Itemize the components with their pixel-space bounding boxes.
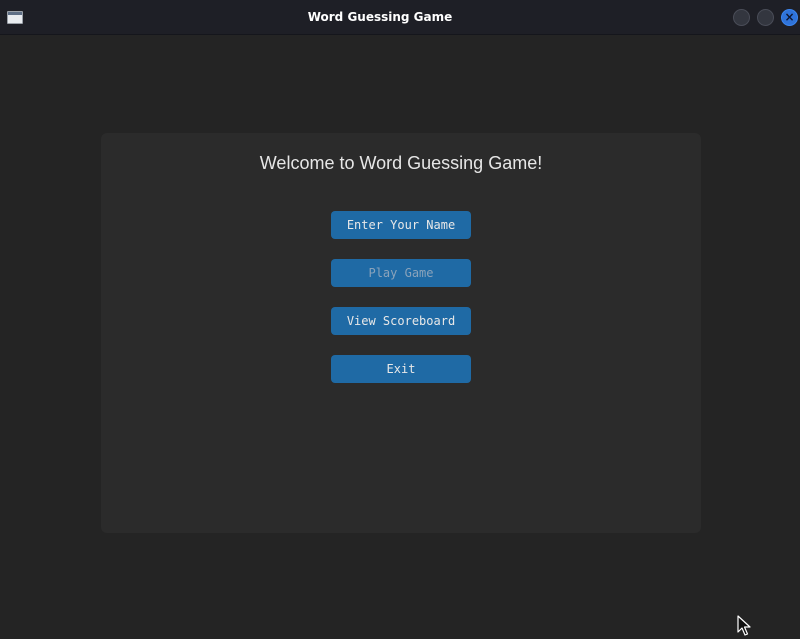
exit-button[interactable]: Exit <box>331 355 471 383</box>
mouse-pointer-icon <box>737 615 751 636</box>
window-titlebar: Word Guessing Game × <box>0 0 800 35</box>
enter-name-button[interactable]: Enter Your Name <box>331 211 471 239</box>
maximize-button[interactable] <box>757 9 774 26</box>
minimize-button[interactable] <box>733 9 750 26</box>
window-content: Welcome to Word Guessing Game! Enter You… <box>0 36 800 639</box>
main-menu-panel: Welcome to Word Guessing Game! Enter You… <box>101 133 701 533</box>
play-game-button[interactable]: Play Game <box>331 259 471 287</box>
close-icon: × <box>784 10 795 24</box>
window-title: Word Guessing Game <box>307 10 453 24</box>
welcome-heading: Welcome to Word Guessing Game! <box>259 153 543 173</box>
close-button[interactable]: × <box>781 9 798 26</box>
view-scoreboard-button[interactable]: View Scoreboard <box>331 307 471 335</box>
